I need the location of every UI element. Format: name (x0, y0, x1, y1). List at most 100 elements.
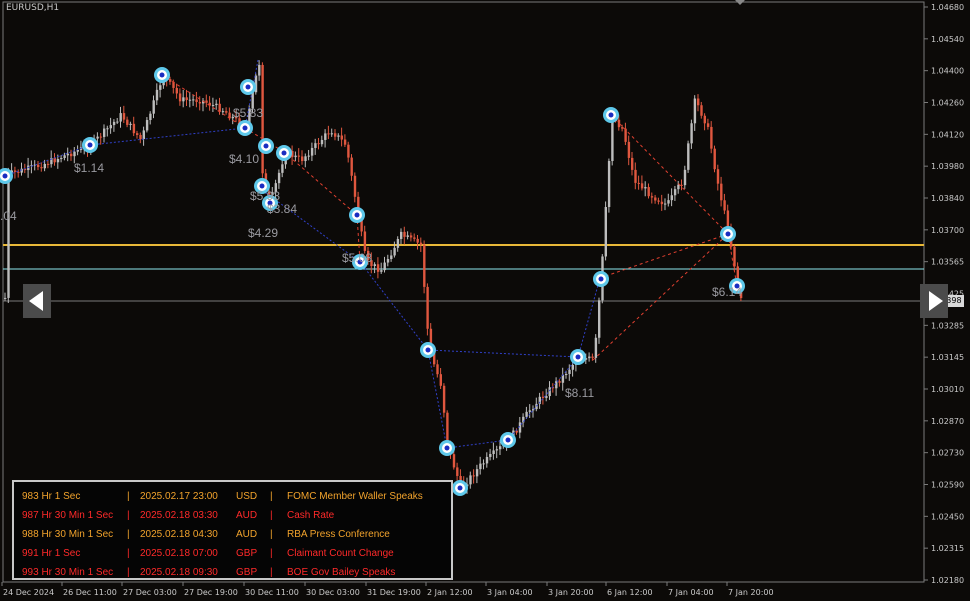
profit-label: $3.84 (267, 202, 297, 216)
news-datetime: 2025.02.18 03:30 (140, 510, 218, 521)
time-tick-label: 6 Jan 12:00 (607, 588, 653, 597)
sell-trade-line (161, 74, 246, 129)
price-tick-label: 1.02870 (931, 417, 964, 426)
time-tick-label: 3 Jan 20:00 (548, 588, 594, 597)
candle-body (548, 387, 551, 397)
candle-body (281, 164, 284, 173)
price-tick-label: 1.03840 (931, 194, 964, 203)
profit-label: $5.93 (250, 189, 280, 203)
news-countdown: 993 Hr 30 Min 1 Sec (22, 567, 114, 578)
candle-body (145, 120, 149, 131)
news-countdown: 988 Hr 30 Min 1 Sec (22, 529, 114, 540)
arrow-right-icon[interactable] (920, 284, 948, 318)
arrow-left-icon[interactable] (23, 284, 51, 318)
sell-trade-line (592, 233, 729, 361)
price-tick-label: 1.02450 (931, 512, 964, 521)
price-tick-label: 1.03145 (931, 353, 964, 362)
candle-body (607, 161, 611, 207)
candle-body (139, 134, 142, 140)
candle-body (363, 231, 367, 251)
candle-body (106, 128, 109, 130)
candle-body (647, 187, 650, 197)
news-event: FOMC Member Waller Speaks (287, 491, 423, 502)
news-countdown: 983 Hr 1 Sec (22, 491, 81, 502)
candle-body (53, 157, 56, 163)
candle-body (185, 97, 188, 100)
candle-body (650, 196, 654, 198)
news-separator: | (270, 491, 273, 502)
candle-body (103, 128, 106, 137)
candle-body (654, 197, 657, 201)
candle-body (294, 155, 297, 158)
candle-body (634, 169, 637, 183)
candle-body (492, 450, 495, 455)
candle-body (436, 364, 439, 375)
signal-dot (281, 150, 287, 156)
price-tick-label: 1.03565 (931, 258, 964, 267)
news-separator: | (127, 567, 130, 578)
candle-body (40, 167, 43, 169)
candle-body (528, 410, 532, 412)
profit-labels: $1.14 $4.10 $5.83 $5.93$3.84 $4.29 $5.08 $8.11… (0, 106, 742, 400)
candle-body (472, 475, 475, 477)
candle-body (482, 463, 485, 465)
time-tick-label: 24 Dec 2024 (3, 588, 54, 597)
news-event: Cash Rate (287, 510, 335, 521)
candle-body (304, 156, 307, 162)
candle-body (588, 356, 591, 359)
signal-markers (0, 67, 745, 496)
news-countdown: 991 Hr 1 Sec (22, 548, 81, 559)
news-datetime: 2025.02.18 07:00 (140, 548, 218, 559)
candle-body (716, 169, 720, 184)
price-tick-label: 1.03010 (931, 385, 964, 394)
candle-body (670, 195, 673, 201)
profit-label: $6.14 (712, 285, 742, 299)
time-tick-label: 27 Dec 19:00 (184, 588, 238, 597)
candle-body (667, 200, 670, 204)
candle-body (258, 64, 261, 76)
candle-body (706, 123, 710, 127)
candle-body (307, 155, 310, 157)
candle-body (99, 136, 103, 138)
candle-body (571, 364, 574, 370)
candle-body (604, 206, 607, 257)
chart-shift-marker[interactable] (735, 0, 745, 5)
candle-body (347, 144, 350, 158)
signal-marker-icon (349, 207, 365, 223)
profit-label: $5.83 (233, 106, 263, 120)
time-axis: 24 Dec 2024 26 Dec 11:00 27 Dec 03:00 27 De… (1, 582, 774, 597)
candle-body (330, 133, 334, 135)
candle-body (545, 396, 548, 398)
candle-body (703, 115, 706, 124)
candle-body (126, 119, 129, 125)
candle-body (383, 262, 386, 271)
price-tick-label: 1.02315 (931, 544, 964, 553)
candle-body (452, 454, 456, 468)
candle-body (713, 148, 716, 170)
candle-body (13, 170, 17, 172)
news-countdown: 987 Hr 30 Min 1 Sec (22, 510, 114, 521)
candle-body (644, 187, 647, 189)
signal-dot (444, 445, 450, 451)
signal-dot (598, 276, 604, 282)
news-currency: GBP (236, 567, 258, 578)
signal-marker-icon (720, 226, 736, 242)
candle-body (297, 155, 301, 157)
candle-body (393, 247, 396, 256)
signal-marker-icon (570, 349, 586, 365)
symbol-title: EURUSD,H1 (6, 3, 60, 13)
price-tick-label: 1.03980 (931, 162, 964, 171)
candle-body (469, 475, 472, 485)
signal-dot (259, 183, 265, 189)
candle-body (73, 151, 76, 157)
signal-dot (575, 354, 581, 360)
signal-marker-icon (258, 138, 274, 154)
candle-body (132, 123, 136, 134)
news-separator: | (270, 567, 273, 578)
candle-body (475, 469, 479, 477)
candle-body (218, 103, 221, 112)
candle-body (198, 102, 202, 104)
candle-body (489, 454, 492, 457)
candle-body (340, 135, 343, 140)
price-tick-label: 1.02590 (931, 481, 964, 490)
